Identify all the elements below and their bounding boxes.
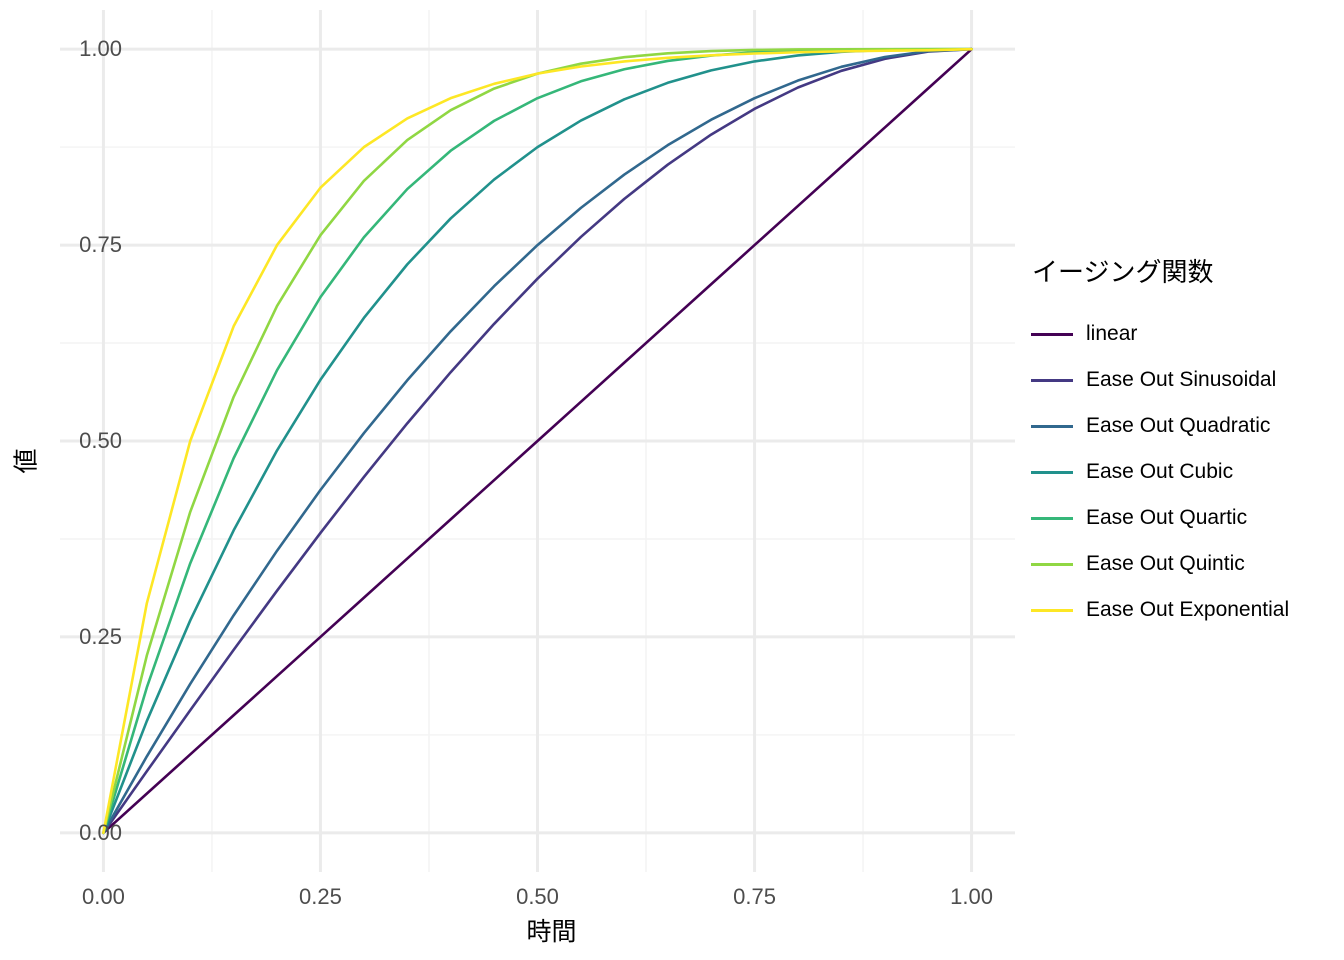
legend-key-line-icon — [1028, 413, 1076, 439]
easing-functions-chart: 値 0.00 0.25 0.50 0.75 1.00 0.00 0.25 0.50 0.75 1… — [0, 0, 1344, 960]
legend-key-line-icon — [1028, 505, 1076, 531]
legend-title: イージング関数 — [1032, 257, 1214, 287]
legend-key-line-icon — [1028, 367, 1076, 393]
x-tick-label: 0.25 — [299, 884, 342, 909]
legend-item[interactable]: Ease Out Quartic — [1028, 495, 1328, 541]
legend-item-label: Ease Out Quartic — [1086, 506, 1248, 529]
plot-panel — [60, 10, 1015, 872]
legend-key-line-icon — [1028, 459, 1076, 485]
legend-item-label: Ease Out Quintic — [1086, 552, 1245, 575]
legend-item-label: Ease Out Exponential — [1086, 598, 1290, 621]
legend-item-label: Ease Out Quadratic — [1086, 414, 1271, 437]
legend-item[interactable]: Ease Out Sinusoidal — [1028, 357, 1328, 403]
plot-area-svg — [60, 10, 1015, 872]
x-tick-label: 0.50 — [516, 884, 559, 909]
x-tick-label: 0.00 — [81, 884, 125, 909]
x-axis-title-text: 時間 — [526, 918, 577, 946]
legend-item[interactable]: Ease Out Exponential — [1028, 587, 1328, 633]
legend-item[interactable]: Ease Out Cubic — [1028, 449, 1328, 495]
legend-item-label: linear — [1086, 322, 1138, 345]
legend: イージング関数 linear Ease Out Sinusoidal Ease Ou… — [1028, 252, 1328, 633]
x-tick-label: 0.75 — [733, 884, 776, 909]
legend-item[interactable]: linear — [1028, 311, 1328, 357]
y-axis-title: 値 — [8, 0, 42, 960]
x-tick-label: 1.00 — [950, 884, 993, 909]
legend-items: linear Ease Out Sinusoidal Ease Out Quadra… — [1028, 311, 1328, 633]
legend-key-line-icon — [1028, 321, 1076, 347]
legend-key-line-icon — [1028, 597, 1076, 623]
legend-key-line-icon — [1028, 551, 1076, 577]
x-axis-title: 時間 — [148, 912, 955, 948]
y-axis-title-text: 値 — [12, 448, 41, 474]
legend-item[interactable]: Ease Out Quadratic — [1028, 403, 1328, 449]
legend-item[interactable]: Ease Out Quintic — [1028, 541, 1328, 587]
legend-item-label: Ease Out Cubic — [1086, 460, 1234, 483]
legend-item-label: Ease Out Sinusoidal — [1086, 368, 1277, 391]
